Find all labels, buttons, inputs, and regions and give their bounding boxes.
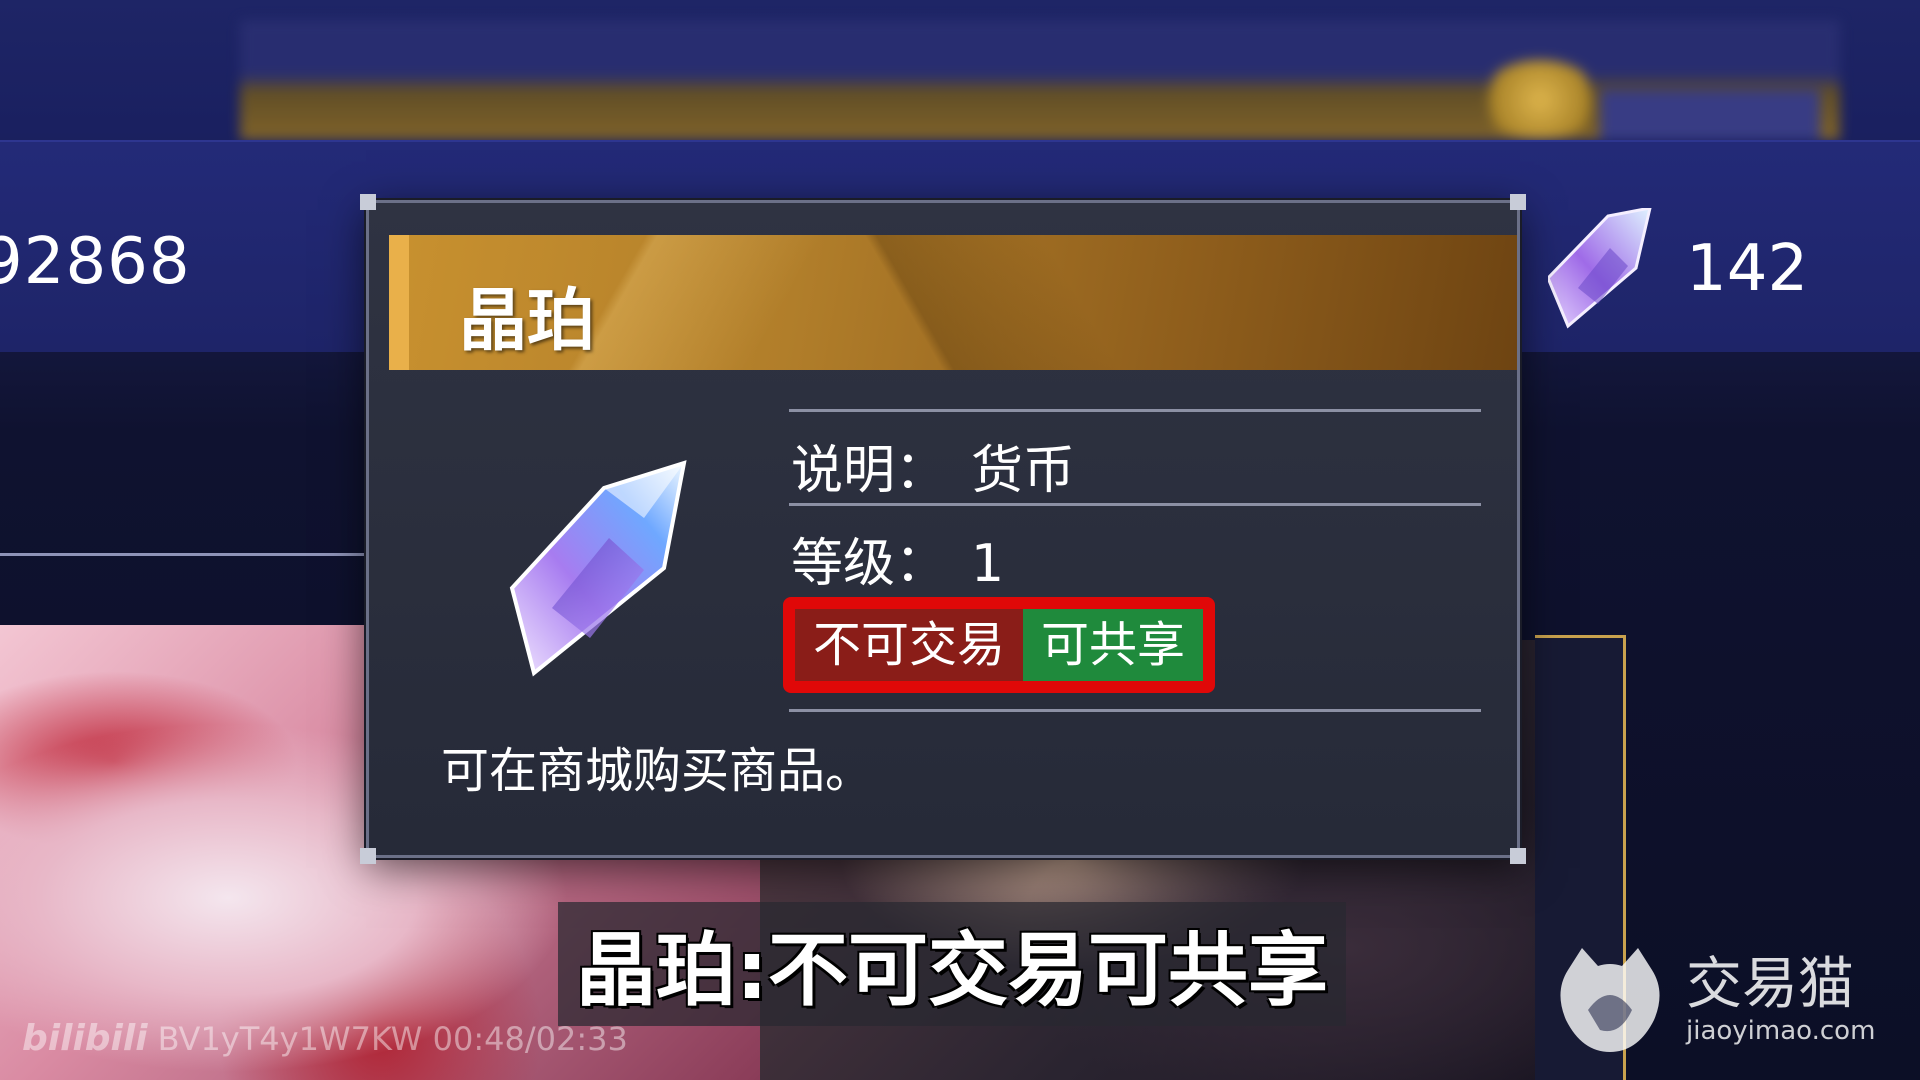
description-row: 说明： 货币	[791, 428, 1075, 503]
crystal-icon	[1548, 208, 1652, 329]
cat-logo-icon	[1560, 948, 1660, 1052]
popup-header: 晶珀	[389, 235, 1517, 370]
bilibili-logo: bilibili	[22, 1018, 148, 1059]
banner-bar	[1600, 90, 1820, 140]
corner-ornament	[360, 194, 376, 210]
item-flavor-text: 可在商城购买商品。	[441, 743, 874, 799]
game-screen: 92868 142 晶珀 说明： 货币 等级： 1 不可交易 可共享 可在商城购…	[0, 0, 1920, 1080]
level-row: 等级： 1	[791, 521, 1004, 596]
site-name-cn: 交易猫	[1686, 952, 1854, 1017]
corner-ornament	[360, 848, 376, 864]
description-value: 货币	[971, 441, 1076, 501]
site-name-en: jiaoyimao.com	[1686, 1016, 1876, 1046]
video-subtitle: 晶珀:不可交易可共享	[558, 902, 1346, 1026]
divider-line	[789, 709, 1481, 712]
item-detail-popup[interactable]: 晶珀 说明： 货币 等级： 1 不可交易 可共享 可在商城购买商品。	[360, 194, 1526, 864]
level-value: 1	[971, 534, 1005, 594]
divider-line	[0, 553, 380, 556]
not-tradeable-tag: 不可交易	[795, 609, 1024, 681]
crystal-amount: 142	[1686, 232, 1809, 306]
item-name: 晶珀	[459, 282, 596, 361]
divider-line	[789, 409, 1481, 412]
gold-amount: 92868	[0, 225, 191, 299]
crystal-icon	[509, 460, 687, 677]
bilibili-watermark: bilibili BV1yT4y1W7KW 00:48/02:33	[22, 1018, 628, 1059]
bilibili-video-code: BV1yT4y1W7KW 00:48/02:33	[157, 1020, 628, 1058]
jiaoyimao-watermark: 交易猫 jiaoyimao.com	[1550, 940, 1910, 1060]
tags-highlight-box: 不可交易 可共享	[783, 597, 1216, 693]
top-banner-blurred	[240, 20, 1840, 140]
coin-icon	[1480, 60, 1600, 140]
corner-ornament	[1510, 848, 1526, 864]
level-label: 等级：	[791, 534, 948, 594]
corner-ornament	[1510, 194, 1526, 210]
divider-line	[789, 503, 1481, 506]
shareable-tag: 可共享	[1023, 609, 1204, 681]
description-label: 说明：	[791, 441, 948, 501]
